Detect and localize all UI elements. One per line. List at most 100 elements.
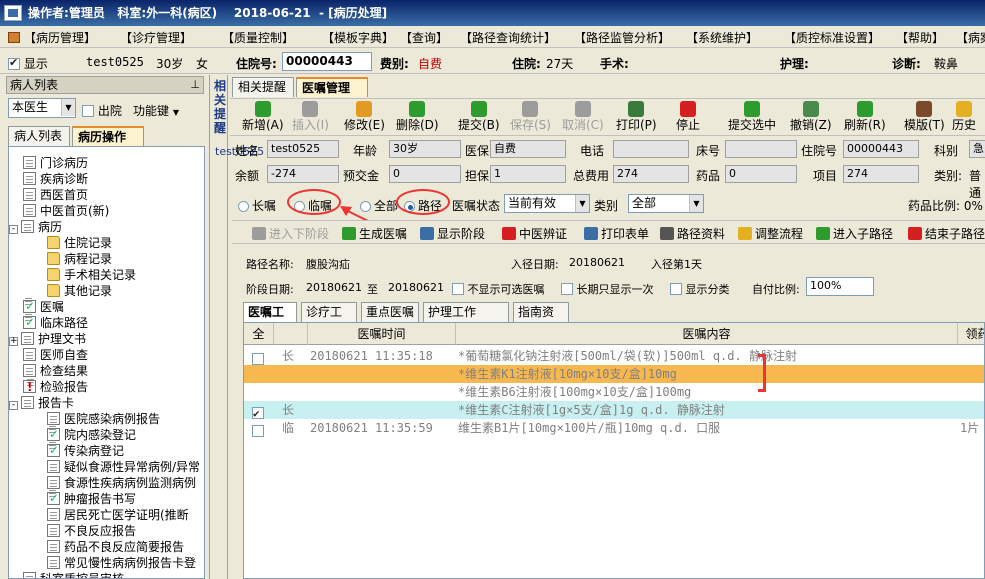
grid-header-0[interactable]: 全 bbox=[244, 323, 274, 345]
table-row[interactable]: 临 20180621 11:35:59 维生素B1片[10mg×100片/瓶]10m… bbox=[244, 419, 984, 437]
tree-node[interactable]: 医师自查 bbox=[23, 347, 88, 363]
tab-record-ops[interactable]: 病历操作 bbox=[72, 126, 144, 146]
undo-button[interactable]: 撤销(Z) bbox=[790, 101, 832, 132]
pin-icon[interactable]: ⊥ bbox=[190, 77, 200, 93]
menu-item-2[interactable]: 【质量控制】 bbox=[222, 29, 294, 46]
stop-button[interactable]: 停止 bbox=[676, 101, 700, 132]
menu-item-4[interactable]: 【查询】 bbox=[400, 29, 448, 46]
tree-node[interactable]: 手术相关记录 bbox=[47, 267, 136, 283]
path-button-0[interactable]: 进入下阶段 bbox=[252, 225, 329, 242]
row-checkbox-cell[interactable] bbox=[252, 365, 282, 383]
submit-button[interactable]: 提交(B) bbox=[458, 101, 500, 132]
table-row[interactable]: *维生素B6注射液[100mg×10支/盒]100mg bbox=[244, 383, 984, 401]
tree-node[interactable]: 食源性疾病病例监测病例 bbox=[47, 475, 196, 491]
tree-node[interactable]: 其他记录 bbox=[47, 283, 112, 299]
submit-selected-button[interactable]: 提交选中 bbox=[728, 101, 776, 132]
admission-no-field[interactable]: 00000443 bbox=[282, 52, 372, 71]
show-category-checkbox[interactable] bbox=[670, 283, 682, 295]
menu-item-5[interactable]: 【路径查询统计】 bbox=[460, 29, 556, 46]
path-button-1[interactable]: 生成医嘱 bbox=[342, 225, 407, 242]
refresh-button[interactable]: 刷新(R) bbox=[844, 101, 886, 132]
tab-order-management[interactable]: 医嘱管理 bbox=[296, 77, 368, 97]
tree-node[interactable]: 常见慢性病病例报告卡登 bbox=[47, 555, 196, 571]
menu-item-8[interactable]: 【质控标准设置】 bbox=[784, 29, 880, 46]
order-tab-1[interactable]: 诊疗工作 bbox=[301, 302, 357, 337]
row-checkbox-cell[interactable] bbox=[252, 383, 282, 401]
table-row[interactable]: *维生素K1注射液[10mg×10支/盒]10mg bbox=[244, 365, 984, 383]
collapse-icon[interactable]: - bbox=[9, 401, 18, 410]
menu-item-7[interactable]: 【系统维护】 bbox=[686, 29, 758, 46]
tree-node[interactable]: 检验报告 bbox=[23, 379, 88, 395]
category-filter-select[interactable]: 全部 ▼ bbox=[628, 194, 704, 213]
tree-node[interactable]: 临床路径 bbox=[23, 314, 88, 331]
order-tab-4[interactable]: 指南资料 bbox=[513, 302, 569, 337]
grid-header-1[interactable] bbox=[274, 323, 308, 345]
tree-node[interactable]: 病程记录 bbox=[47, 251, 112, 267]
edit-button[interactable]: 修改(E) bbox=[344, 101, 385, 132]
chevron-down-icon[interactable]: ▼ bbox=[575, 195, 589, 212]
expand-icon[interactable]: + bbox=[9, 337, 18, 346]
cancel-button[interactable]: 取消(C) bbox=[562, 101, 604, 132]
menu-item-9[interactable]: 【帮助】 bbox=[896, 29, 944, 46]
order-tab-2[interactable]: 重点医嘱 bbox=[361, 302, 419, 322]
order-tab-3[interactable]: 护理工作 (1/1) bbox=[423, 302, 509, 337]
row-checkbox-cell[interactable] bbox=[252, 419, 282, 437]
row-checkbox[interactable] bbox=[252, 425, 264, 437]
show-category-toggle[interactable]: 显示分类 bbox=[670, 281, 730, 297]
collapse-icon[interactable]: - bbox=[9, 225, 18, 234]
side-reminder-tab[interactable]: 相关提醒 test0525 bbox=[212, 75, 264, 579]
function-key-menu[interactable]: 功能键 ▼ bbox=[133, 102, 179, 119]
doctor-select[interactable]: 本医生 ▼ bbox=[8, 98, 76, 118]
grid-header-3[interactable]: 医嘱内容 bbox=[456, 323, 958, 345]
path-button-4[interactable]: 打印表单 bbox=[584, 225, 649, 242]
tree-node[interactable]: 住院记录 bbox=[47, 235, 112, 251]
show-toggle[interactable]: 显示 bbox=[8, 55, 48, 72]
tree-node[interactable]: 疾病诊断 bbox=[23, 171, 88, 187]
self-ratio-input[interactable]: 100% bbox=[806, 277, 874, 296]
long-once-toggle[interactable]: 长期只显示一次 bbox=[561, 281, 654, 297]
tree-node[interactable]: 西医首页 bbox=[23, 187, 88, 203]
order-tab-0[interactable]: 医嘱工作 bbox=[243, 302, 297, 337]
tree-node[interactable]: - 病历 bbox=[9, 219, 62, 235]
radio-long-term[interactable]: 长嘱 bbox=[238, 197, 276, 214]
grid-header-4[interactable]: 领药 bbox=[958, 323, 984, 345]
tree-node[interactable]: 肿瘤报告书写 bbox=[47, 490, 136, 507]
tree-node[interactable]: 门诊病历 bbox=[23, 155, 88, 171]
long-once-checkbox[interactable] bbox=[561, 283, 573, 295]
path-button-6[interactable]: 调整流程 bbox=[738, 225, 803, 242]
insert-button[interactable]: 插入(I) bbox=[292, 101, 329, 132]
menu-item-0[interactable]: 【病历管理】 bbox=[8, 29, 96, 46]
tree-node[interactable]: 居民死亡医学证明(推断 bbox=[47, 507, 189, 523]
tree-node[interactable]: 检查结果 bbox=[23, 363, 88, 379]
show-checkbox[interactable] bbox=[8, 56, 20, 70]
table-row[interactable]: 长 20180621 11:35:18 *葡萄糖氯化钠注射液[500ml/袋(软)]… bbox=[244, 347, 984, 365]
table-row[interactable]: 长*维生素C注射液[1g×5支/盒]1g q.d. 静脉注射 bbox=[244, 401, 984, 419]
history-button[interactable]: 历史 bbox=[952, 101, 976, 132]
tree-node[interactable]: 医嘱 bbox=[23, 298, 64, 315]
discharged-checkbox[interactable] bbox=[82, 105, 94, 117]
path-button-7[interactable]: 进入子路径 bbox=[816, 225, 893, 242]
tree-node[interactable]: 药品不良反应简要报告 bbox=[47, 539, 184, 555]
discharged-toggle[interactable]: 出院 bbox=[82, 102, 122, 119]
save-button[interactable]: 保存(S) bbox=[510, 101, 551, 132]
tree-node[interactable]: 不良反应报告 bbox=[47, 523, 136, 539]
tree-node[interactable]: 中医首页(新) bbox=[23, 203, 109, 219]
path-button-8[interactable]: 结束子路径 bbox=[908, 225, 985, 242]
row-checkbox[interactable] bbox=[252, 353, 264, 365]
tree-node[interactable]: 疑似食源性异常病例/异常 bbox=[47, 459, 200, 475]
path-button-3[interactable]: 中医辨证 bbox=[502, 225, 567, 242]
tree-node[interactable]: 院内感染登记 bbox=[47, 426, 136, 443]
menu-item-6[interactable]: 【路径监管分析】 bbox=[574, 29, 670, 46]
grid-header-2[interactable]: 医嘱时间 bbox=[308, 323, 456, 345]
chevron-down-icon[interactable]: ▼ bbox=[689, 195, 703, 212]
order-status-select[interactable]: 当前有效 ▼ bbox=[504, 194, 590, 213]
path-button-2[interactable]: 显示阶段 bbox=[420, 225, 485, 242]
delete-button[interactable]: 删除(D) bbox=[396, 101, 439, 132]
hide-optional-toggle[interactable]: 不显示可选医嘱 bbox=[452, 281, 545, 297]
hide-optional-checkbox[interactable] bbox=[452, 283, 464, 295]
path-button-5[interactable]: 路径资料 bbox=[660, 225, 725, 242]
menu-item-10[interactable]: 【病案 bbox=[956, 29, 985, 46]
plus-button[interactable]: 新增(A) bbox=[242, 101, 284, 132]
tree-node[interactable]: 传染病登记 bbox=[47, 442, 124, 459]
chevron-down-icon[interactable]: ▼ bbox=[61, 99, 75, 116]
